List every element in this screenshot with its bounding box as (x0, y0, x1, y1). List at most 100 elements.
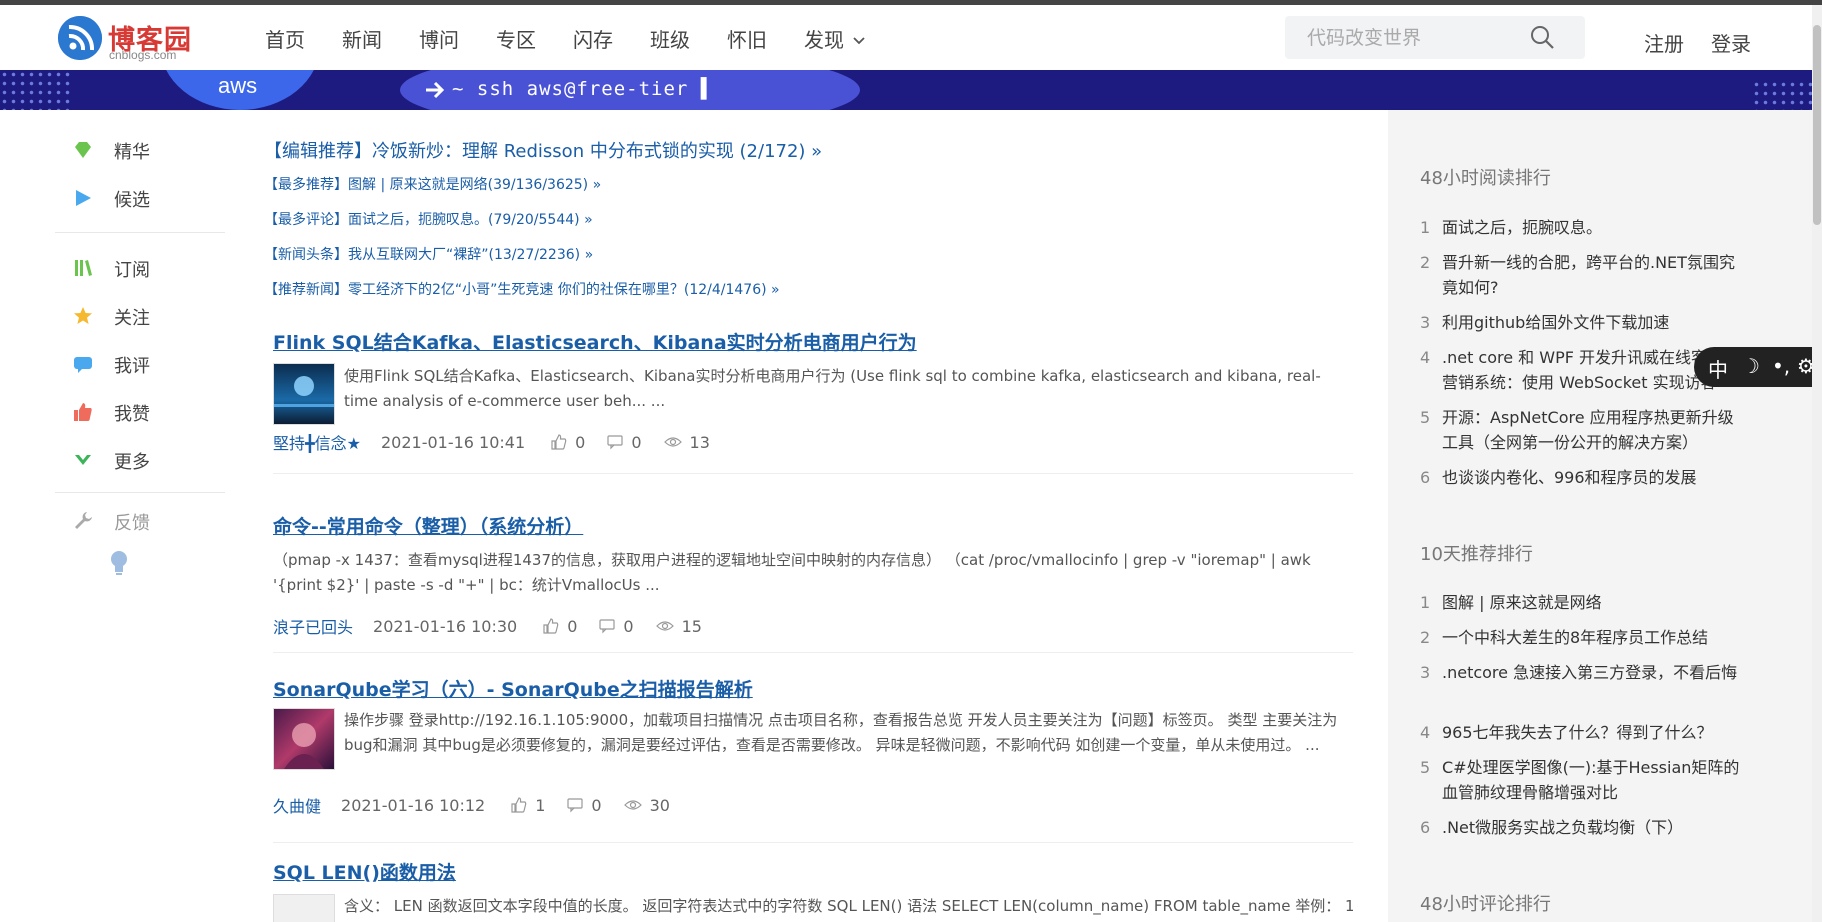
rank-link[interactable]: 晋升新一线的合肥，跨平台的.NET氛围究竟如何? (1442, 250, 1740, 300)
gem-icon (75, 142, 91, 158)
rank-link[interactable]: 开源：AspNetCore 应用程序热更新升级工具（全网第一份公开的解决方案） (1442, 405, 1740, 455)
post-views: 15 (655, 617, 702, 636)
rank-link[interactable]: C#处理医学图像(一):基于Hessian矩阵的血管肺纹理骨骼增强对比 (1442, 755, 1740, 805)
rank-link[interactable]: 利用github给国外文件下载加速 (1442, 310, 1740, 335)
nav-discover[interactable]: 发现 (804, 24, 866, 53)
rank-item[interactable]: 5 开源：AspNetCore 应用程序热更新升级工具（全网第一份公开的解决方案） (1420, 405, 1740, 455)
rank-link[interactable]: 965七年我失去了什么？得到了什么？ (1442, 720, 1740, 745)
moon-icon[interactable]: ☽ (1742, 354, 1760, 378)
author-avatar[interactable] (273, 894, 335, 922)
comment-count: 0 (591, 795, 602, 815)
rank-title-10d-recommend: 10天推荐排行 (1420, 544, 1533, 565)
rank-item[interactable]: 3 利用github给国外文件下载加速 (1420, 310, 1740, 335)
post-likes[interactable]: 0 (551, 433, 585, 452)
rank-title-48h-comments: 48小时评论排行 (1420, 894, 1551, 915)
post-comments[interactable]: 0 (599, 617, 634, 636)
ime-lang-toggle[interactable]: 中 (1708, 354, 1728, 383)
rank-number: 5 (1420, 408, 1431, 427)
nav-news[interactable]: 新闻 (342, 24, 382, 53)
post-title[interactable]: Flink SQL结合Kafka、Elasticsearch、Kibana实时分… (273, 328, 917, 355)
logo-domain: cnblogs.com (109, 48, 177, 62)
right-sidebar: 48小时阅读排行 1 面试之后，扼腕叹息。 2 晋升新一线的合肥，跨平台的.NET氛… (1388, 110, 1812, 922)
nav-home[interactable]: 首页 (265, 24, 305, 53)
main-nav: 首页 新闻 博问 专区 闪存 班级 怀旧 发现 (265, 24, 903, 53)
post-date: 2021-01-16 10:30 (373, 616, 518, 636)
rank-item[interactable]: 6 也谈谈内卷化、996和程序员的发展 (1420, 465, 1740, 490)
post-meta: 久曲健 2021-01-16 10:12 1 0 30 (273, 793, 692, 817)
view-count: 13 (689, 432, 710, 452)
rank-link[interactable]: .Net微服务实战之负载均衡（下） (1442, 815, 1740, 840)
post-author[interactable]: 久曲健 (273, 793, 321, 817)
sidebar-divider (55, 492, 225, 493)
rank-item[interactable]: 4 965七年我失去了什么？得到了什么？ (1420, 720, 1740, 745)
rank-number: 1 (1420, 218, 1431, 237)
search-icon[interactable] (1529, 24, 1555, 54)
post-title[interactable]: SQL LEN()函数用法 (273, 858, 456, 885)
rank-number: 5 (1420, 758, 1431, 777)
rank-link[interactable]: .netcore 急速接入第三方登录，不看后悔 (1442, 660, 1740, 685)
rec-editor-pick[interactable]: 【编辑推荐】冷饭新炒：理解 Redisson 中分布式锁的实现 (2/172) … (264, 137, 822, 163)
rec-most-commented[interactable]: 【最多评论】面试之后，扼腕叹息。(79/20/5544) » (264, 209, 593, 229)
rank-link[interactable]: 面试之后，扼腕叹息。 (1442, 215, 1740, 240)
sidebar-item-label: 反馈 (114, 513, 150, 534)
ad-banner[interactable]: aws ~ ssh aws@free-tier ▌ (0, 70, 1812, 110)
post-title[interactable]: SonarQube学习（六）- SonarQube之扫描报告解析 (273, 675, 753, 702)
search-input[interactable] (1307, 24, 1527, 51)
star-icon (74, 307, 92, 324)
rec-most-liked[interactable]: 【最多推荐】图解 | 原来这就是网络(39/136/3625) » (264, 174, 601, 194)
scrollbar-thumb[interactable] (1813, 25, 1821, 225)
top-navbar: 博客园 cnblogs.com 首页 新闻 博问 专区 闪存 班级 怀旧 发现 … (0, 5, 1812, 70)
nav-nostalgia[interactable]: 怀旧 (727, 24, 767, 53)
banner-command: ~ ssh aws@free-tier ▌ (452, 78, 714, 100)
main-content: 【编辑推荐】冷饭新炒：理解 Redisson 中分布式锁的实现 (2/172) … (234, 110, 1388, 922)
logo-rss-icon (58, 16, 102, 60)
login-link[interactable]: 登录 (1711, 28, 1751, 57)
site-logo[interactable]: 博客园 cnblogs.com (58, 16, 208, 62)
page-scrollbar[interactable] (1812, 5, 1822, 922)
post-author[interactable]: 浪子已回头 (273, 614, 353, 638)
comment-icon (74, 357, 92, 373)
comment-icon (599, 619, 615, 634)
register-link[interactable]: 注册 (1644, 28, 1684, 57)
like-count: 0 (575, 432, 586, 452)
nav-zone[interactable]: 专区 (496, 24, 536, 53)
thumbs-up-icon (74, 403, 92, 421)
rank-item[interactable]: 1 面试之后，扼腕叹息。 (1420, 215, 1740, 240)
nav-flash[interactable]: 闪存 (573, 24, 613, 53)
rank-link[interactable]: 也谈谈内卷化、996和程序员的发展 (1442, 465, 1740, 490)
left-sidebar: 精华 候选 订阅 关注 我评 我赞 更多 反馈 (0, 110, 234, 922)
rank-item[interactable]: 1 图解 | 原来这就是网络 (1420, 590, 1740, 615)
post-summary: 使用Flink SQL结合Kafka、Elasticsearch、Kibana实… (344, 367, 1321, 410)
rank-number: 3 (1420, 313, 1431, 332)
rank-item[interactable]: 6 .Net微服务实战之负载均衡（下） (1420, 815, 1740, 840)
post-likes[interactable]: 0 (543, 617, 577, 636)
post-summary: 含义： LEN 函数返回文本字段中值的长度。 返回字符表达式中的字符数 SQL … (344, 897, 1353, 915)
lightbulb-icon[interactable] (110, 550, 128, 576)
post-divider (273, 652, 1353, 653)
nav-class[interactable]: 班级 (650, 24, 690, 53)
rank-item[interactable]: 3 .netcore 急速接入第三方登录，不看后悔 (1420, 660, 1740, 685)
post-views: 13 (663, 432, 710, 452)
play-icon (76, 190, 91, 206)
rec-recommended-news[interactable]: 【推荐新闻】零工经济下的2亿“小哥”生死竞速 你们的社保在哪里？(12/4/14… (264, 279, 780, 299)
rank-link[interactable]: 图解 | 原来这就是网络 (1442, 590, 1740, 615)
sidebar-item-label: 更多 (114, 452, 150, 473)
rank-link[interactable]: 一个中科大差生的8年程序员工作总结 (1442, 625, 1740, 650)
rec-news-headline[interactable]: 【新闻头条】我从互联网大厂“裸辞”(13/27/2236) » (264, 244, 593, 264)
post-title[interactable]: 命令--常用命令（整理）（系统分析） (273, 512, 583, 539)
author-avatar[interactable] (273, 708, 335, 770)
rank-item[interactable]: 4 .net core 和 WPF 开发升讯威在线客服与营销系统：使用 WebSo… (1420, 345, 1740, 395)
post-author[interactable]: 堅持╋信念★ (273, 430, 361, 454)
author-avatar[interactable] (273, 363, 335, 425)
chevron-down-icon (853, 37, 865, 45)
comment-icon (567, 798, 583, 813)
nav-discover-label: 发现 (804, 28, 844, 52)
rank-item[interactable]: 2 晋升新一线的合肥，跨平台的.NET氛围究竟如何? (1420, 250, 1740, 300)
post-comments[interactable]: 0 (567, 795, 602, 815)
rank-item[interactable]: 2 一个中科大差生的8年程序员工作总结 (1420, 625, 1740, 650)
rank-item[interactable]: 5 C#处理医学图像(一):基于Hessian矩阵的血管肺纹理骨骼增强对比 (1420, 755, 1740, 805)
punctuation-icon[interactable]: •, (1772, 354, 1790, 378)
post-likes[interactable]: 1 (511, 796, 545, 815)
post-comments[interactable]: 0 (607, 433, 642, 452)
nav-qa[interactable]: 博问 (419, 24, 459, 53)
